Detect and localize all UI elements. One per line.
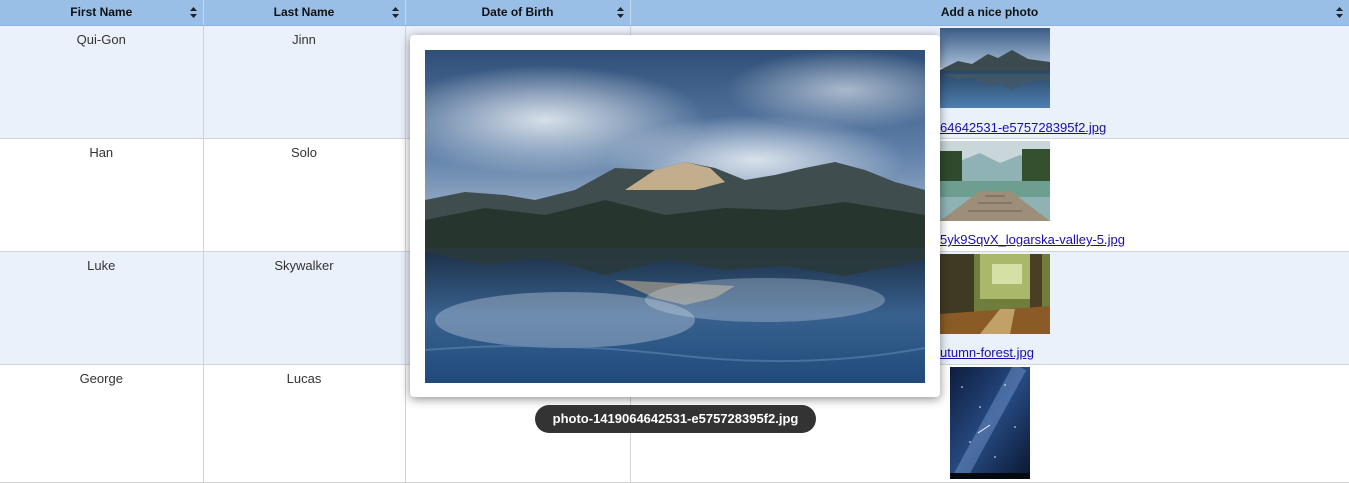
cell-last-name[interactable]: Skywalker: [203, 251, 406, 365]
sort-icon[interactable]: [391, 7, 399, 18]
cell-text: Lucas: [286, 371, 322, 386]
column-header-first-name[interactable]: First Name: [0, 0, 204, 26]
column-header-label: First Name: [70, 5, 133, 19]
thumbnail-autumn-forest[interactable]: [939, 254, 1050, 334]
column-header-label: Last Name: [273, 5, 335, 19]
cell-first-name[interactable]: Han: [0, 138, 204, 252]
cell-last-name[interactable]: Jinn: [203, 25, 406, 139]
thumbnail-night-sky[interactable]: [949, 367, 1030, 479]
cell-first-name[interactable]: Luke: [0, 251, 204, 365]
thumbnail-mountain-lake[interactable]: [939, 28, 1050, 108]
column-header-label: Add a nice photo: [940, 5, 1039, 19]
cell-text: Qui-Gon: [76, 32, 126, 47]
column-header-date-of-birth[interactable]: Date of Birth: [405, 0, 631, 26]
sort-icon[interactable]: [189, 7, 197, 18]
photo-link-2[interactable]: 5yk9SqvX_logarska-valley-5.jpg: [940, 232, 1125, 247]
cell-text: Skywalker: [274, 258, 334, 273]
cell-text: Luke: [87, 258, 116, 273]
column-header-label: Date of Birth: [481, 5, 554, 19]
sort-icon[interactable]: [616, 7, 624, 18]
column-header-photo[interactable]: Add a nice photo: [630, 0, 1349, 26]
photo-link-1[interactable]: 64642531-e575728395f2.jpg: [940, 120, 1106, 135]
cell-text: Jinn: [292, 32, 316, 47]
cell-last-name[interactable]: Solo: [203, 138, 406, 252]
cell-last-name[interactable]: Lucas: [203, 364, 406, 483]
cell-first-name[interactable]: George: [0, 364, 204, 483]
cell-text: Solo: [290, 145, 318, 160]
column-header-last-name[interactable]: Last Name: [203, 0, 406, 26]
photo-link-3[interactable]: utumn-forest.jpg: [940, 345, 1034, 360]
cell-text: Han: [89, 145, 114, 160]
cell-text: George: [79, 371, 123, 386]
photo-caption-tooltip: photo-1419064642531-e575728395f2.jpg: [535, 405, 816, 433]
preview-image-mountain-lake[interactable]: [425, 50, 925, 383]
header-row: First Name Last Name Date of Birth Add a…: [0, 0, 1349, 26]
cell-first-name[interactable]: Qui-Gon: [0, 25, 204, 139]
sort-icon[interactable]: [1335, 7, 1343, 18]
photo-preview-popup[interactable]: [410, 35, 940, 397]
thumbnail-valley-pier[interactable]: [939, 141, 1050, 221]
